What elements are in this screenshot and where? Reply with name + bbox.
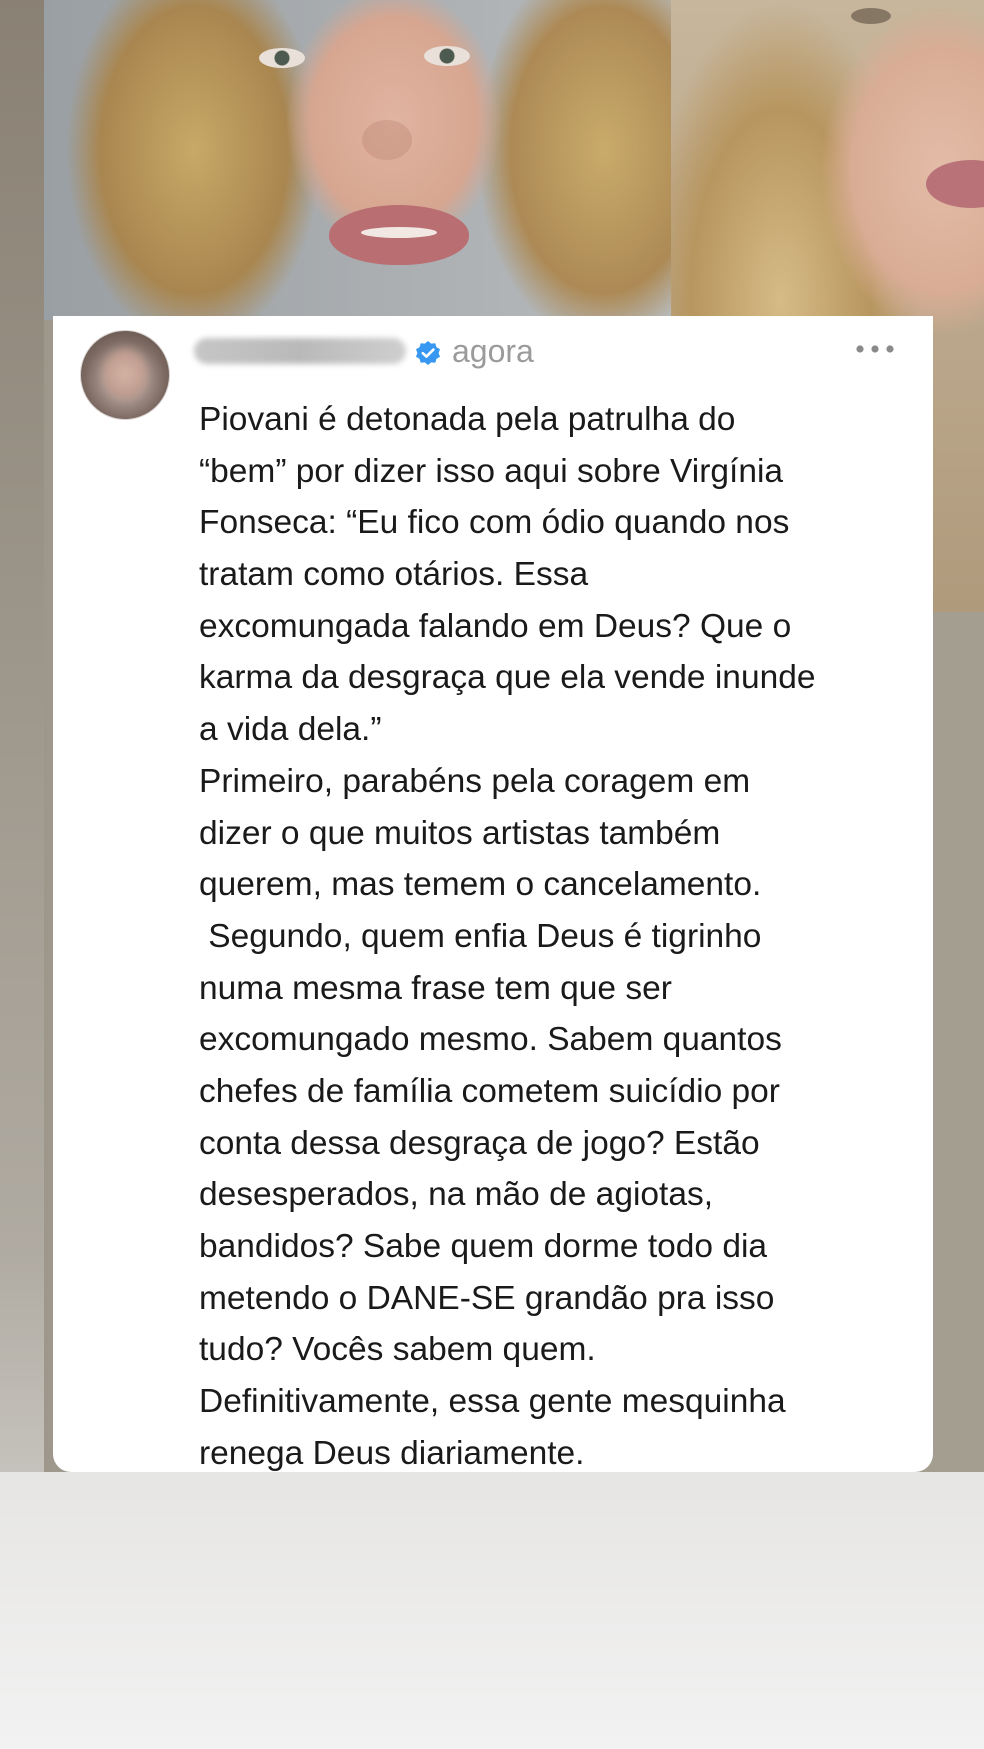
photo-left-nose: [362, 120, 412, 160]
comment-line: numa mesma frase tem que ser: [199, 969, 672, 1007]
photo-left-lips: [329, 205, 469, 265]
username-blurred[interactable]: [194, 338, 406, 364]
comment-line: a vida dela.”: [199, 711, 382, 749]
photo-left: [44, 0, 671, 320]
comment-line: dizer o que muitos artistas também: [199, 814, 721, 852]
photo-right-eye: [851, 8, 891, 24]
comment-line: tudo? Vocês sabem quem.: [199, 1331, 596, 1369]
comment-line: tratam como otários. Essa: [199, 556, 589, 594]
comment-line: metendo o DANE-SE grandão pra isso: [199, 1279, 775, 1317]
comment-line: Fonseca: “Eu fico com ódio quando nos: [199, 504, 790, 542]
comment-line: chefes de família cometem suicídio por: [199, 1072, 780, 1110]
comment-line: bandidos? Sabe quem dorme todo dia: [199, 1228, 768, 1265]
comment-line: Definitivamente, essa gente mesquinha: [199, 1383, 786, 1421]
avatar[interactable]: [80, 330, 170, 420]
photo-right-lips: [926, 160, 984, 208]
photo-left-eye: [424, 46, 470, 66]
comment-line: desesperados, na mão de agiotas,: [199, 1176, 714, 1214]
comment-line: “bem” por dizer isso aqui sobre Virgínia: [199, 452, 784, 490]
comment-line: excomungado mesmo. Sabem quantos: [199, 1021, 782, 1059]
photo-left-eye: [259, 48, 305, 68]
timestamp: agora: [452, 333, 534, 369]
comment-line: karma da desgraça que ela vende inunde: [199, 659, 816, 697]
verified-badge-icon: [416, 341, 440, 365]
comment-line: conta dessa desgraça de jogo? Estão: [199, 1124, 760, 1162]
comment-line: Segundo, quem enfia Deus é tigrinho: [199, 917, 762, 955]
comment-line: Primeiro, parabéns pela coragem em: [199, 762, 751, 800]
comment-line: excomungada falando em Deus? Que o: [199, 607, 792, 645]
comment-line: renega Deus diariamente.: [199, 1434, 585, 1472]
comment-line: querem, mas temem o cancelamento.: [199, 866, 762, 904]
comment-text: Piovani é detonada pela patrulha do “bem…: [199, 394, 899, 1479]
comment-line: Piovani é detonada pela patrulha do: [199, 401, 736, 438]
more-options-icon[interactable]: [854, 341, 896, 357]
